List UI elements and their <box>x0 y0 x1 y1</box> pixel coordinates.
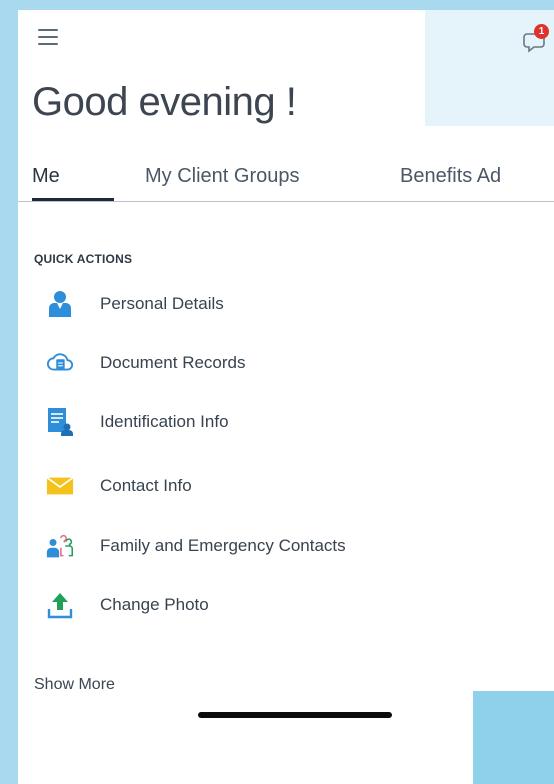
app-screen: 1 Good evening ! Me My Client Groups Ben… <box>18 10 554 784</box>
upload-icon <box>46 591 74 619</box>
quick-action-document-records[interactable]: Document Records <box>46 345 466 381</box>
notification-badge: 1 <box>534 24 549 39</box>
quick-action-contact-info[interactable]: Contact Info <box>46 468 466 504</box>
family-icon <box>46 532 74 560</box>
tab-benefits-administration[interactable]: Benefits Ad <box>400 165 501 188</box>
quick-action-label: Change Photo <box>100 595 209 614</box>
home-indicator <box>198 712 392 718</box>
tab-my-client-groups[interactable]: My Client Groups <box>145 165 300 188</box>
quick-action-label: Personal Details <box>100 294 224 313</box>
quick-action-personal-details[interactable]: Personal Details <box>46 286 466 322</box>
quick-action-label: Identification Info <box>100 412 229 431</box>
tab-bar: Me My Client Groups Benefits Ad <box>18 165 554 202</box>
notifications-button[interactable]: 1 <box>523 24 551 53</box>
tab-me[interactable]: Me <box>32 165 60 188</box>
hamburger-menu-icon[interactable] <box>38 29 58 45</box>
quick-action-label: Family and Emergency Contacts <box>100 536 346 555</box>
active-tab-indicator <box>32 198 114 201</box>
quick-action-identification-info[interactable]: Identification Info <box>46 404 466 440</box>
quick-action-label: Document Records <box>100 353 246 372</box>
quick-action-family-emergency-contacts[interactable]: Family and Emergency Contacts <box>46 528 466 564</box>
id-card-icon <box>46 408 74 436</box>
cloud-document-icon <box>46 349 74 377</box>
person-icon <box>46 290 74 318</box>
background-panel <box>473 691 554 784</box>
show-more-link[interactable]: Show More <box>34 676 115 694</box>
quick-actions-heading: QUICK ACTIONS <box>34 252 133 266</box>
quick-action-label: Contact Info <box>100 476 192 495</box>
greeting-title: Good evening ! <box>32 80 297 124</box>
envelope-icon <box>46 472 74 500</box>
quick-action-change-photo[interactable]: Change Photo <box>46 587 466 623</box>
